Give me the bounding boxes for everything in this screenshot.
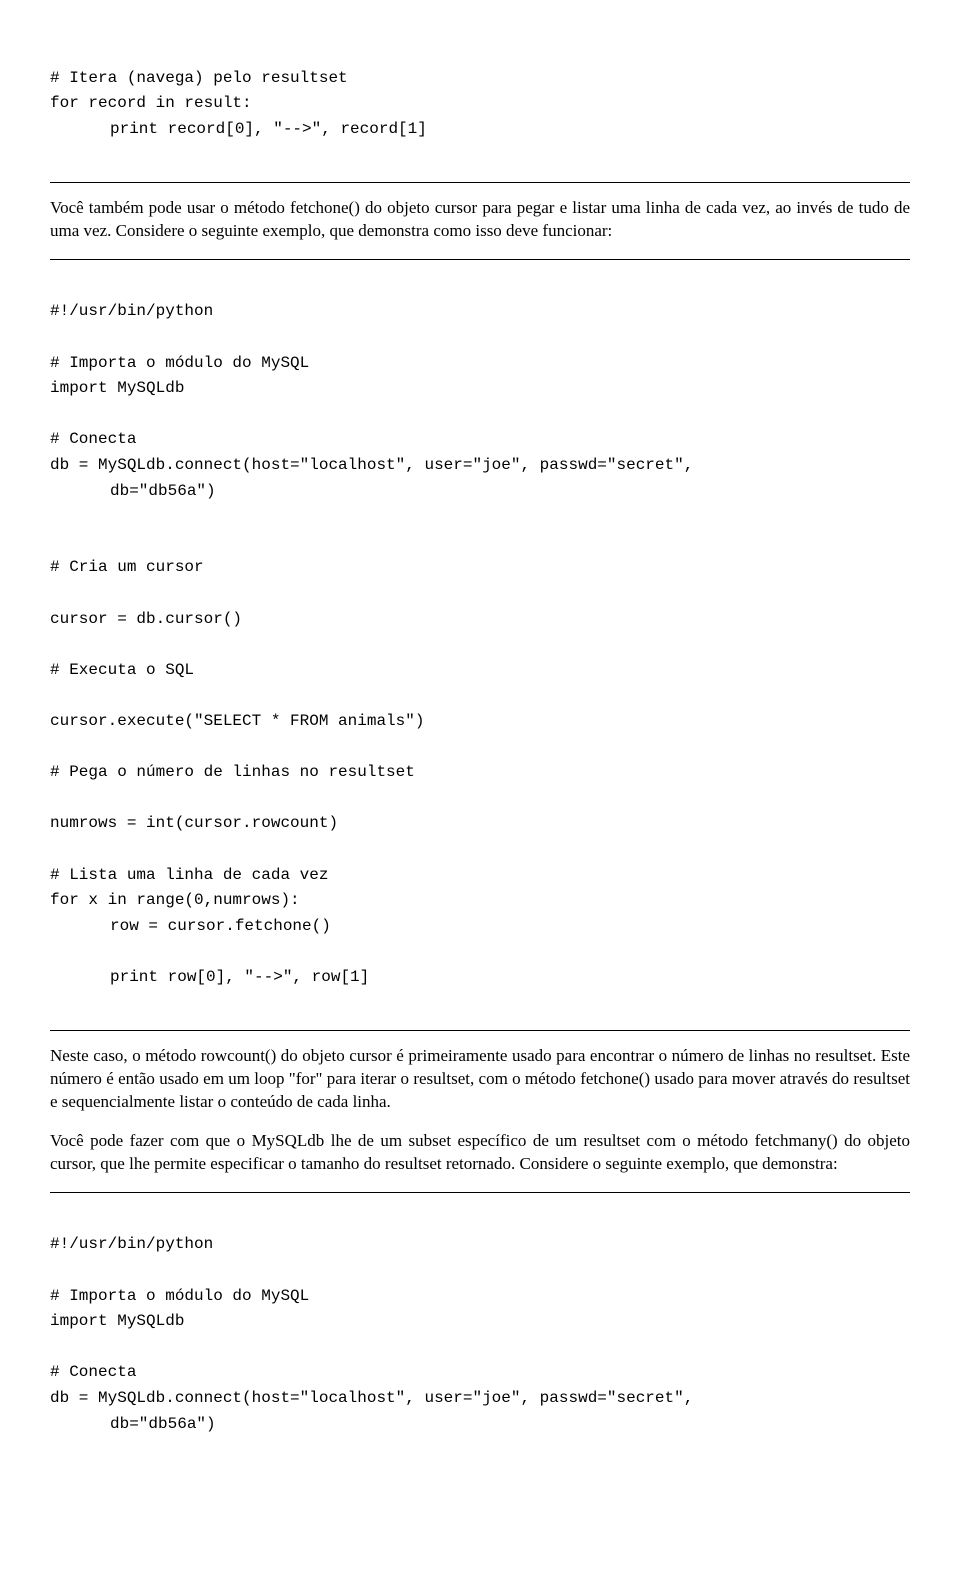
code-line: # Executa o SQL: [50, 661, 194, 679]
code-line: # Conecta: [50, 430, 136, 448]
code-line: db="db56a"): [50, 1412, 910, 1438]
paragraph: Neste caso, o método rowcount() do objet…: [50, 1045, 910, 1114]
code-block-2: #!/usr/bin/python # Importa o módulo do …: [50, 274, 910, 1016]
code-line: numrows = int(cursor.rowcount): [50, 814, 338, 832]
code-line: db = MySQLdb.connect(host="localhost", u…: [50, 456, 693, 474]
code-line: import MySQLdb: [50, 1312, 184, 1330]
code-block-1: # Itera (navega) pelo resultset for reco…: [50, 40, 910, 168]
code-line: # Lista uma linha de cada vez: [50, 866, 328, 884]
code-line: print record[0], "-->", record[1]: [50, 117, 910, 143]
divider: [50, 182, 910, 183]
code-line: #!/usr/bin/python: [50, 302, 213, 320]
divider: [50, 259, 910, 260]
divider: [50, 1030, 910, 1031]
code-line: for record in result:: [50, 94, 252, 112]
paragraph: Você pode fazer com que o MySQLdb lhe de…: [50, 1130, 910, 1176]
code-line: # Importa o módulo do MySQL: [50, 1287, 309, 1305]
divider: [50, 1192, 910, 1193]
code-line: # Itera (navega) pelo resultset: [50, 69, 348, 87]
code-line: # Conecta: [50, 1363, 136, 1381]
code-line: db="db56a"): [50, 479, 910, 505]
code-line: #!/usr/bin/python: [50, 1235, 213, 1253]
paragraph: Você também pode usar o método fetchone(…: [50, 197, 910, 243]
code-line: # Pega o número de linhas no resultset: [50, 763, 415, 781]
code-line: row = cursor.fetchone(): [50, 914, 910, 940]
code-line: for x in range(0,numrows):: [50, 891, 300, 909]
code-line: db = MySQLdb.connect(host="localhost", u…: [50, 1389, 693, 1407]
code-line: cursor.execute("SELECT * FROM animals"): [50, 712, 424, 730]
code-block-3: #!/usr/bin/python # Importa o módulo do …: [50, 1207, 910, 1463]
code-line: print row[0], "-->", row[1]: [50, 965, 910, 991]
code-line: # Cria um cursor: [50, 558, 204, 576]
code-line: import MySQLdb: [50, 379, 184, 397]
code-line: # Importa o módulo do MySQL: [50, 354, 309, 372]
code-line: cursor = db.cursor(): [50, 610, 242, 628]
